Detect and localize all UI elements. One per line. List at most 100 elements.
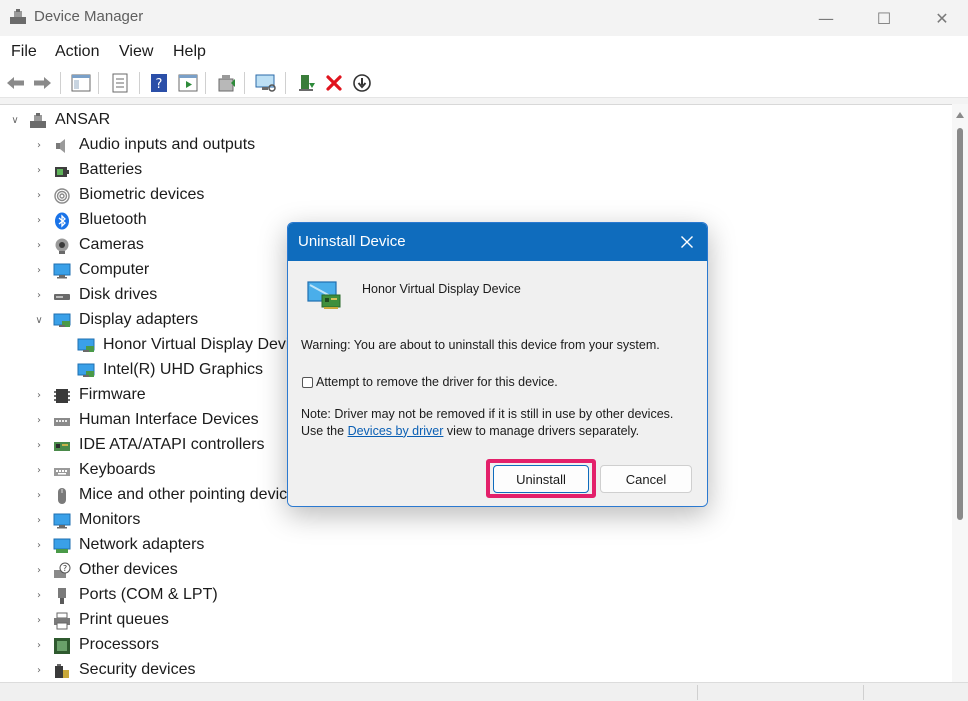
chevron-right-icon[interactable]: ›	[34, 139, 44, 151]
tree-item-security[interactable]: › Security devices	[0, 658, 952, 682]
chevron-right-icon[interactable]: ›	[34, 639, 44, 651]
chevron-right-icon[interactable]: ›	[34, 464, 44, 476]
chevron-right-icon[interactable]: ›	[34, 589, 44, 601]
cancel-button[interactable]: Cancel	[600, 465, 692, 493]
toolbar-separator	[285, 72, 286, 94]
scrollbar-thumb[interactable]	[957, 128, 963, 520]
chevron-right-icon[interactable]: ›	[34, 564, 44, 576]
tree-item-label: Human Interface Devices	[79, 411, 259, 428]
uninstall-icon[interactable]	[322, 71, 346, 95]
device-manager-icon	[10, 9, 26, 24]
menu-file[interactable]: File	[11, 43, 37, 61]
tree-item-label: Keyboards	[79, 461, 156, 478]
tree-item-ports[interactable]: › Ports (COM & LPT)	[0, 583, 952, 608]
tree-item-label: Cameras	[79, 236, 144, 253]
dialog-close-button[interactable]	[673, 229, 701, 255]
add-driver-icon[interactable]	[295, 71, 319, 95]
chevron-right-icon[interactable]: ›	[34, 289, 44, 301]
devices-by-driver-link[interactable]: Devices by driver	[348, 424, 444, 438]
chevron-right-icon[interactable]: ›	[34, 164, 44, 176]
battery-icon	[55, 167, 69, 177]
help-icon[interactable]: ?	[147, 71, 171, 95]
tree-item-label: Print queues	[79, 611, 169, 628]
chevron-right-icon[interactable]: ›	[34, 664, 44, 676]
tree-item-label: Network adapters	[79, 536, 205, 553]
tree-item-audio[interactable]: › Audio inputs and outputs	[0, 133, 952, 158]
menu-view[interactable]: View	[119, 43, 153, 61]
ide-controller-icon	[54, 442, 70, 451]
chevron-right-icon[interactable]: ›	[34, 239, 44, 251]
maximize-button[interactable]: ☐	[855, 0, 913, 36]
vertical-scrollbar[interactable]	[952, 104, 968, 682]
chevron-down-icon[interactable]: ∨	[34, 314, 44, 326]
menu-action[interactable]: Action	[55, 43, 99, 61]
forward-icon[interactable]	[30, 71, 54, 95]
run-icon[interactable]	[176, 71, 200, 95]
tree-item-print-queues[interactable]: › Print queues	[0, 608, 952, 633]
tree-item-label: Bluetooth	[79, 211, 147, 228]
svg-text:?: ?	[156, 77, 163, 92]
tree-item-label: Monitors	[79, 511, 141, 528]
tree-item-label: IDE ATA/ATAPI controllers	[79, 436, 265, 453]
close-window-button[interactable]: ✕	[913, 0, 968, 36]
tree-item-biometric[interactable]: › Biometric devices	[0, 183, 952, 208]
remove-driver-checkbox[interactable]	[302, 377, 313, 388]
unknown-device-icon: ?	[54, 562, 71, 578]
monitor-icon	[53, 263, 71, 279]
remove-driver-checkbox-label[interactable]: Attempt to remove the driver for this de…	[316, 375, 558, 389]
monitor-icon	[53, 513, 71, 529]
minimize-button[interactable]: —	[797, 0, 855, 36]
port-icon	[58, 588, 66, 604]
properties-icon[interactable]	[108, 71, 132, 95]
chevron-right-icon[interactable]: ›	[34, 214, 44, 226]
tree-item-label: Ports (COM & LPT)	[79, 586, 218, 603]
tree-item-monitors[interactable]: › Monitors	[0, 508, 952, 533]
uninstall-button[interactable]: Uninstall	[493, 465, 589, 493]
toolbar-separator	[98, 72, 99, 94]
update-driver-icon[interactable]	[215, 71, 239, 95]
title-bar: Device Manager — ☐ ✕	[0, 0, 968, 36]
printer-icon	[54, 612, 70, 630]
back-icon[interactable]	[4, 71, 28, 95]
mouse-icon	[58, 488, 66, 504]
tree-item-label: Disk drives	[79, 286, 158, 303]
display-adapter-icon	[77, 338, 95, 352]
chevron-right-icon[interactable]: ›	[34, 489, 44, 501]
tree-item-processors[interactable]: › Processors	[0, 633, 952, 658]
tree-item-label: Security devices	[79, 661, 196, 678]
tree-root-label: ANSAR	[55, 111, 111, 128]
display-adapter-icon	[53, 313, 71, 327]
menu-help[interactable]: Help	[173, 43, 206, 61]
chevron-right-icon[interactable]: ›	[34, 514, 44, 526]
disable-device-icon[interactable]	[350, 71, 374, 95]
toolbar: ?	[0, 68, 968, 98]
chevron-right-icon[interactable]: ›	[34, 189, 44, 201]
chevron-right-icon[interactable]: ›	[34, 414, 44, 426]
tree-item-label: Processors	[79, 636, 160, 653]
tree-item-other[interactable]: › ? Other devices	[0, 558, 952, 583]
chevron-right-icon[interactable]: ›	[34, 389, 44, 401]
chevron-right-icon[interactable]: ›	[34, 439, 44, 451]
chevron-right-icon[interactable]: ›	[34, 614, 44, 626]
disk-drive-icon	[54, 294, 70, 300]
tree-item-network[interactable]: › Network adapters	[0, 533, 952, 558]
network-adapter-icon	[53, 538, 71, 553]
display-adapter-icon	[77, 363, 95, 377]
tree-item-label: Mice and other pointing devices	[79, 486, 305, 503]
tree-item-batteries[interactable]: › Batteries	[0, 158, 952, 183]
tree-root[interactable]: ∨ ANSAR	[0, 108, 952, 133]
uninstall-device-dialog: Uninstall Device Honor Virtual Display D…	[287, 222, 708, 507]
firmware-icon	[54, 389, 70, 403]
status-divider	[863, 685, 864, 700]
chevron-right-icon[interactable]: ›	[34, 539, 44, 551]
svg-text:?: ?	[63, 564, 67, 573]
chevron-right-icon[interactable]: ›	[34, 264, 44, 276]
tree-item-label: Audio inputs and outputs	[79, 136, 256, 153]
chevron-down-icon[interactable]: ∨	[10, 114, 20, 126]
fingerprint-icon	[54, 188, 70, 204]
show-hide-tree-icon[interactable]	[69, 71, 93, 95]
dialog-title-bar: Uninstall Device	[288, 223, 707, 261]
scroll-up-arrow-icon[interactable]	[956, 112, 964, 118]
scan-hardware-icon[interactable]	[254, 71, 278, 95]
tree-item-label: Firmware	[79, 386, 146, 403]
